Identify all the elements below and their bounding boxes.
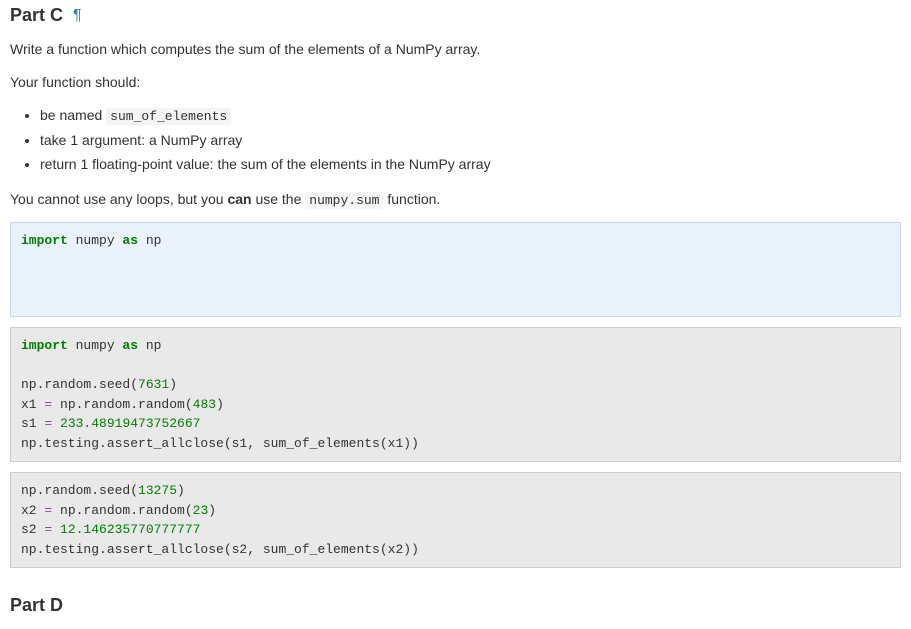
list-item: be named sum_of_elements xyxy=(40,105,901,127)
code-text: np.random.random( xyxy=(52,503,192,518)
test-cell-1: import numpy as np np.random.seed(7631) … xyxy=(10,327,901,462)
constraint-post: function. xyxy=(383,191,440,207)
code-text: np.random.seed( xyxy=(21,483,138,498)
constraint-mid: use the xyxy=(252,191,306,207)
code-text: ) xyxy=(169,377,177,392)
code-text: x2 xyxy=(21,503,44,518)
part-c-title: Part C xyxy=(10,2,63,29)
number-literal: 13275 xyxy=(138,483,177,498)
part-d-heading: Part D xyxy=(10,592,901,619)
module-name: numpy xyxy=(68,338,123,353)
list-item: take 1 argument: a NumPy array xyxy=(40,130,901,151)
keyword-as: as xyxy=(122,338,138,353)
number-literal: 23 xyxy=(193,503,209,518)
requirements-lead: Your function should: xyxy=(10,72,901,93)
pilcrow-icon[interactable]: ¶ xyxy=(73,4,82,28)
code-text: s2 xyxy=(21,522,44,537)
list-item: return 1 floating-point value: the sum o… xyxy=(40,154,901,175)
keyword-import: import xyxy=(21,233,68,248)
keyword-as: as xyxy=(122,233,138,248)
code-text: np.testing.assert_allclose(s1, sum_of_el… xyxy=(21,436,419,451)
number-literal: 7631 xyxy=(138,377,169,392)
number-literal: 233.48919473752667 xyxy=(60,416,200,431)
part-c-section: Part C ¶ Write a function which computes… xyxy=(10,2,901,568)
constraint-text: You cannot use any loops, but you can us… xyxy=(10,189,901,211)
code-text: ) xyxy=(208,503,216,518)
alias-name: np xyxy=(138,338,161,353)
module-name: numpy xyxy=(68,233,123,248)
code-text: x1 xyxy=(21,397,44,412)
part-d-section: Part D xyxy=(10,592,901,619)
intro-text: Write a function which computes the sum … xyxy=(10,39,901,60)
req-text: be named xyxy=(40,107,106,123)
requirements-list: be named sum_of_elements take 1 argument… xyxy=(10,105,901,175)
code-text: s1 xyxy=(21,416,44,431)
code-inline: sum_of_elements xyxy=(106,108,231,125)
number-literal: 483 xyxy=(193,397,216,412)
code-text: ) xyxy=(177,483,185,498)
code-text xyxy=(52,522,60,537)
code-text: ) xyxy=(216,397,224,412)
alias-name: np xyxy=(138,233,161,248)
part-d-title: Part D xyxy=(10,592,63,619)
code-inline: numpy.sum xyxy=(305,192,383,209)
code-text: np.random.random( xyxy=(52,397,192,412)
number-literal: 12.146235770777777 xyxy=(60,522,200,537)
part-c-heading: Part C ¶ xyxy=(10,2,901,29)
code-text xyxy=(52,416,60,431)
code-text: np.testing.assert_allclose(s2, sum_of_el… xyxy=(21,542,419,557)
constraint-bold: can xyxy=(227,191,251,207)
test-cell-2: np.random.seed(13275) x2 = np.random.ran… xyxy=(10,472,901,568)
code-input-cell[interactable]: import numpy as np xyxy=(10,222,901,317)
code-text: np.random.seed( xyxy=(21,377,138,392)
keyword-import: import xyxy=(21,338,68,353)
constraint-pre: You cannot use any loops, but you xyxy=(10,191,227,207)
